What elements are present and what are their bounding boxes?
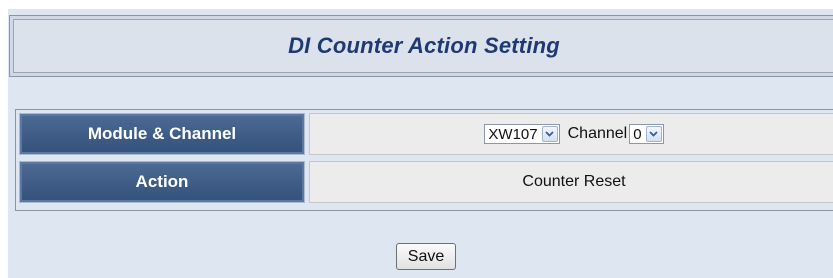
module-channel-row: Module & Channel XW107 Channel 0 [19, 113, 833, 155]
chevron-down-icon [645, 126, 662, 142]
save-button[interactable]: Save [396, 243, 456, 270]
title-bar: DI Counter Action Setting [13, 19, 833, 73]
action-value: Counter Reset [309, 161, 833, 203]
action-label: Action [19, 161, 305, 203]
module-select-value: XW107 [488, 125, 538, 143]
chevron-down-icon [541, 126, 558, 142]
channel-label: Channel [567, 125, 628, 142]
action-row: Action Counter Reset [19, 161, 833, 203]
module-channel-value-cell: XW107 Channel 0 [309, 113, 833, 155]
title-frame: DI Counter Action Setting [9, 15, 833, 77]
channel-select[interactable]: 0 [629, 124, 664, 144]
module-channel-label: Module & Channel [19, 113, 305, 155]
settings-table: Module & Channel XW107 Channel 0 Action … [15, 109, 833, 211]
module-select[interactable]: XW107 [484, 124, 560, 144]
channel-select-value: 0 [633, 125, 642, 143]
page-title: DI Counter Action Setting [288, 33, 560, 58]
